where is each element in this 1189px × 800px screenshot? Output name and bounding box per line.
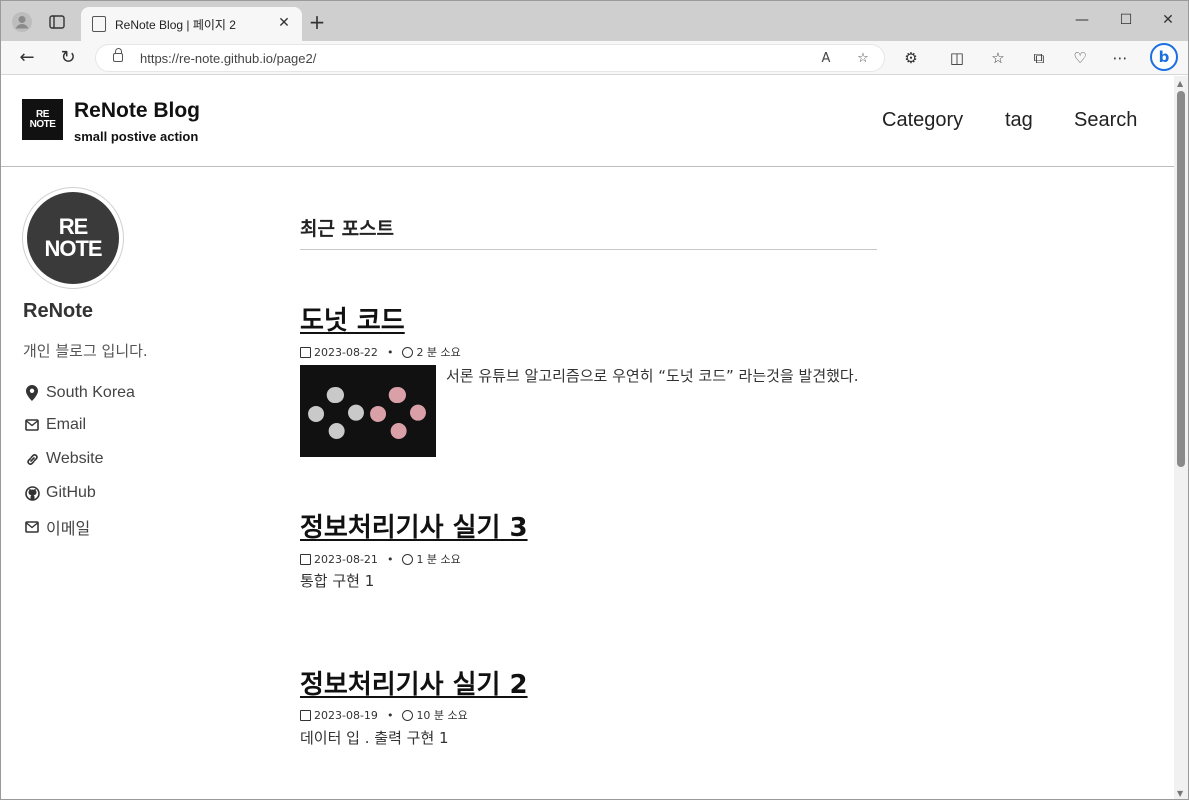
post-title-1[interactable]: 도넛 코드: [300, 300, 405, 337]
logo-line2: NOTE: [29, 118, 56, 130]
browser-window: ReNote Blog | 페이지 2 ✕ + — ☐ ✕ ← ↻ https:…: [0, 0, 1189, 800]
author-github-link[interactable]: GitHub: [23, 482, 96, 504]
author-email-label[interactable]: Email: [46, 416, 86, 434]
site-logo[interactable]: RE NOTE: [22, 99, 63, 140]
avatar-line1: RE: [58, 214, 89, 239]
calendar-icon: [300, 346, 311, 358]
map-marker-icon: [23, 384, 41, 402]
page-favicon-icon: [92, 16, 106, 32]
scroll-up-icon[interactable]: ▲: [1177, 79, 1183, 88]
tab-title: ReNote Blog | 페이지 2: [115, 18, 236, 32]
post-excerpt-1: 서론 유튜브 알고리즘으로 우연히 “도넛 코드” 라는것을 발견했다.: [446, 367, 859, 385]
author-location: South Korea: [23, 382, 135, 404]
scroll-thumb[interactable]: [1177, 91, 1185, 467]
post-excerpt-2: 통합 구현 1: [300, 572, 375, 590]
site-header: RE NOTE ReNote Blog small postive action…: [1, 76, 1174, 167]
browser-tab-active[interactable]: ReNote Blog | 페이지 2 ✕: [81, 7, 302, 41]
close-window-button[interactable]: ✕: [1146, 7, 1188, 33]
post-meta-2: 2023-08-21 • 1 분 소요: [300, 551, 461, 567]
author-bio: 개인 블로그 입니다.: [23, 342, 148, 360]
logo-line1: RE: [36, 108, 49, 120]
author-email-label-2[interactable]: 이메일: [46, 515, 90, 539]
back-button[interactable]: ←: [14, 45, 40, 71]
meta-separator: •: [386, 345, 394, 359]
lock-icon: [113, 48, 123, 62]
post-date-1: 2023-08-22: [314, 345, 378, 359]
collections-icon[interactable]: ⧉: [1027, 46, 1051, 70]
author-name: ReNote: [23, 300, 94, 322]
author-location-label: South Korea: [46, 384, 135, 401]
post-meta-3: 2023-08-19 • 10 분 소요: [300, 707, 468, 723]
clock-icon: [402, 553, 414, 565]
minimize-button[interactable]: —: [1060, 7, 1104, 33]
close-tab-icon[interactable]: ✕: [274, 13, 294, 33]
title-bar: ReNote Blog | 페이지 2 ✕ + — ☐ ✕: [1, 1, 1188, 41]
post-excerpt-3: 데이터 입 . 출력 구현 1: [300, 729, 449, 747]
post-read-time-2: 1 분 소요: [416, 553, 461, 566]
meta-separator: •: [386, 708, 394, 722]
extensions-icon[interactable]: ⚙: [899, 46, 923, 70]
post-read-time-1: 2 분 소요: [416, 346, 461, 359]
envelope-icon: [23, 518, 41, 536]
bing-copilot-icon[interactable]: b: [1150, 43, 1178, 71]
more-options-icon[interactable]: ⋯: [1108, 46, 1132, 70]
address-url[interactable]: https://re-note.github.io/page2/: [140, 51, 316, 66]
favorites-icon[interactable]: ☆: [986, 46, 1010, 70]
post-title-2[interactable]: 정보처리기사 실기 3: [300, 507, 528, 544]
browser-toolbar: ← ↻ https://re-note.github.io/page2/ A ☆…: [1, 41, 1188, 75]
clock-icon: [402, 709, 414, 721]
site-subtitle: small postive action: [74, 129, 199, 144]
envelope-icon: [23, 416, 41, 434]
split-screen-icon[interactable]: ◫: [945, 46, 969, 70]
author-email-link[interactable]: Email: [23, 414, 86, 436]
author-avatar: RE NOTE: [22, 187, 124, 289]
donut-image-right: [370, 387, 426, 439]
github-icon: [23, 484, 41, 502]
browser-essentials-icon[interactable]: ♡: [1068, 46, 1092, 70]
meta-separator: •: [386, 552, 394, 566]
nav-tag[interactable]: tag: [1005, 109, 1033, 132]
scroll-down-icon[interactable]: ▼: [1177, 789, 1183, 798]
page-scrollbar[interactable]: ▲ ▼: [1174, 76, 1188, 799]
donut-image-left: [308, 387, 364, 439]
favorite-star-icon[interactable]: ☆: [853, 49, 873, 69]
author-github-label[interactable]: GitHub: [46, 484, 96, 502]
post-read-time-3: 10 분 소요: [416, 709, 468, 722]
nav-category[interactable]: Category: [882, 109, 963, 132]
post-date-3: 2023-08-19: [314, 708, 378, 722]
link-icon: [23, 450, 41, 468]
address-bar[interactable]: https://re-note.github.io/page2/ A ☆: [95, 44, 885, 72]
nav-search[interactable]: Search: [1074, 109, 1137, 132]
author-website-link[interactable]: Website: [23, 448, 104, 470]
author-email-link-2[interactable]: 이메일: [23, 516, 90, 538]
post-meta-1: 2023-08-22 • 2 분 소요: [300, 344, 461, 360]
avatar-line2: NOTE: [44, 236, 102, 261]
clock-icon: [402, 346, 414, 358]
section-title: 최근 포스트: [300, 218, 395, 240]
new-tab-button[interactable]: +: [306, 11, 328, 33]
calendar-icon: [300, 709, 311, 721]
tab-actions-icon[interactable]: [45, 10, 69, 34]
post-title-3[interactable]: 정보처리기사 실기 2: [300, 664, 528, 701]
author-website-label[interactable]: Website: [46, 450, 104, 468]
site-title[interactable]: ReNote Blog: [74, 99, 200, 123]
post-thumbnail-1[interactable]: [300, 365, 436, 457]
post-date-2: 2023-08-21: [314, 552, 378, 566]
refresh-button[interactable]: ↻: [55, 45, 81, 71]
read-aloud-icon[interactable]: A: [816, 49, 836, 69]
maximize-button[interactable]: ☐: [1104, 7, 1148, 33]
section-divider: [300, 249, 877, 250]
calendar-icon: [300, 553, 311, 565]
profile-icon[interactable]: [10, 10, 34, 34]
